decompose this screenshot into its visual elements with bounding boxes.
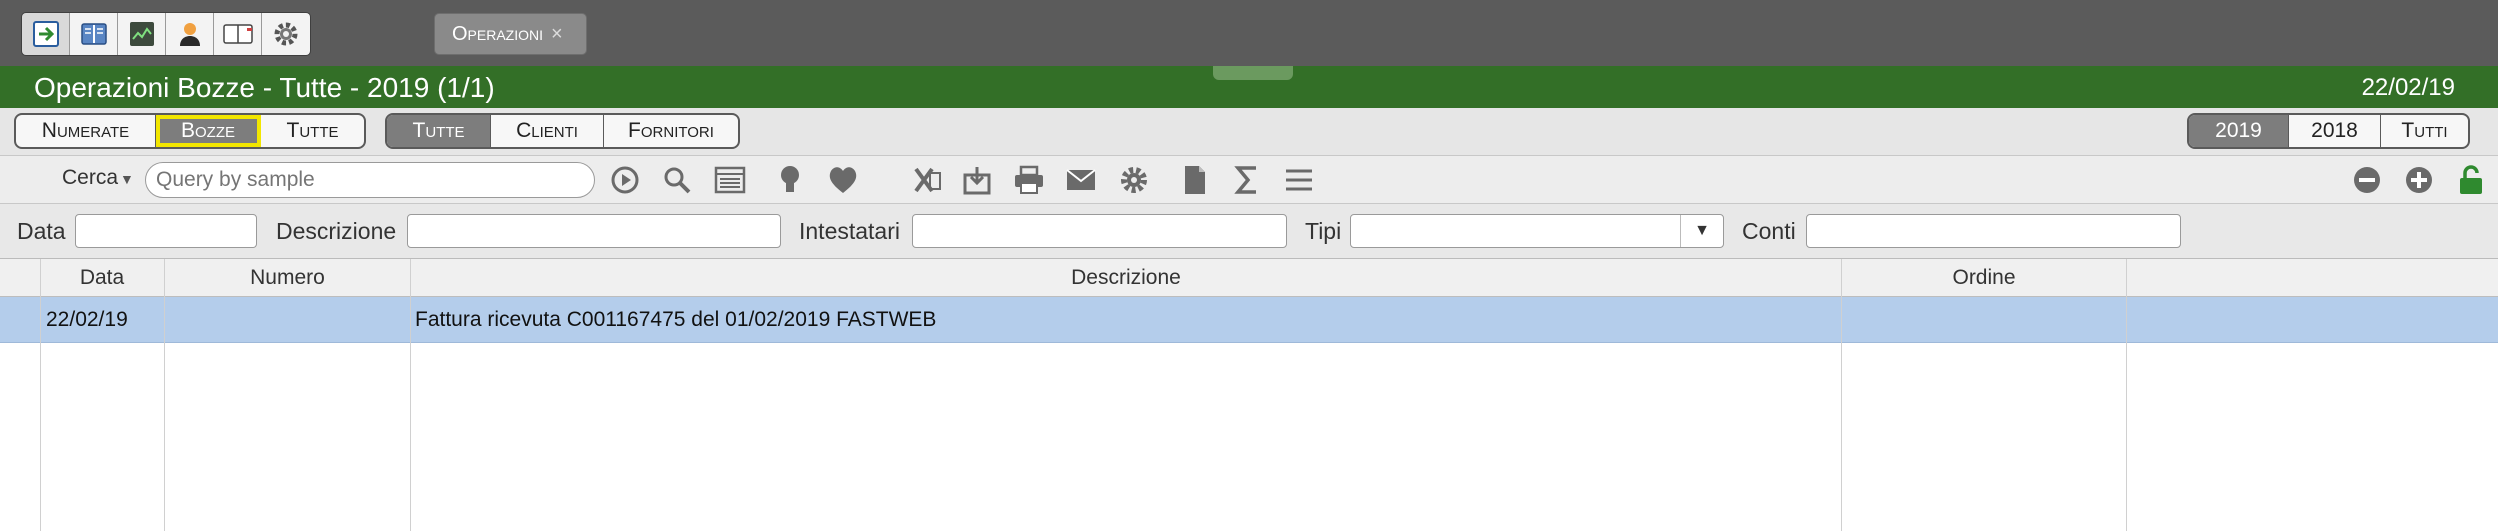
document-icon[interactable] [1178, 164, 1212, 196]
chevron-down-icon[interactable]: ▼ [1680, 215, 1723, 247]
column-divider [164, 259, 165, 531]
year-2019-button[interactable]: 2019 [2189, 115, 2289, 147]
conti-filter-label: Conti [1742, 218, 1796, 244]
cell-data: 22/02/19 [46, 308, 128, 331]
search-label: Cerca [62, 166, 119, 189]
descrizione-filter-label: Descrizione [276, 218, 397, 244]
tab-operazioni[interactable]: Operazioni × [434, 13, 587, 55]
table-header: Data Numero Descrizione Ordine [0, 259, 2498, 297]
drag-handle[interactable] [1213, 66, 1293, 80]
data-filter-label: Data [17, 218, 66, 244]
column-header-descrizione[interactable]: Descrizione [411, 259, 1841, 296]
operations-table: Data Numero Descrizione Ordine 22/02/19 … [0, 259, 2498, 531]
play-icon[interactable] [608, 164, 642, 196]
data-filter-input[interactable] [75, 214, 257, 248]
status-segment: Numerate Bozze Tutte [14, 113, 366, 149]
filter-segment-bar: Numerate Bozze Tutte Tutte Clienti Forni… [0, 108, 2498, 156]
remove-icon[interactable] [2350, 164, 2384, 196]
segment-tutte-button[interactable]: Tutte [261, 115, 364, 147]
column-divider [1841, 259, 1842, 531]
lightbulb-icon[interactable] [773, 164, 807, 196]
party-segment: Tutte Clienti Fornitori [385, 113, 740, 149]
column-header-numero[interactable]: Numero [165, 259, 410, 296]
column-header-data[interactable]: Data [40, 259, 164, 296]
import-icon[interactable] [22, 13, 70, 55]
table-row[interactable]: 22/02/19 Fattura ricevuta C001167475 del… [0, 297, 2498, 343]
cell-ordine [1848, 297, 2118, 343]
monitor-chart-icon[interactable] [118, 13, 166, 55]
column-divider [40, 259, 41, 531]
search-input[interactable] [145, 162, 595, 198]
close-icon[interactable]: × [551, 23, 563, 46]
book-icon[interactable] [70, 13, 118, 55]
year-tutti-button[interactable]: Tutti [2381, 115, 2468, 147]
tipi-filter-label: Tipi [1305, 218, 1342, 244]
intestatari-filter-input[interactable] [912, 214, 1287, 248]
settings-gear-icon[interactable] [1117, 164, 1151, 196]
segment-bozze-button[interactable]: Bozze [156, 115, 261, 147]
caret-down-icon: ▼ [120, 171, 134, 187]
download-icon[interactable] [960, 164, 994, 196]
gear-icon[interactable] [262, 13, 310, 55]
unlock-icon[interactable] [2454, 164, 2488, 196]
segment-clienti-button[interactable]: Clienti [491, 115, 604, 147]
column-divider [410, 259, 411, 531]
ledger-icon[interactable] [214, 13, 262, 55]
current-date: 22/02/19 [2361, 74, 2455, 101]
year-2018-button[interactable]: 2018 [2289, 115, 2381, 147]
title-bar: Operazioni Bozze - Tutte - 2019 (1/1) 22… [0, 66, 2498, 108]
menu-icon[interactable] [1282, 164, 1316, 196]
mail-icon[interactable] [1064, 164, 1098, 196]
search-mode-dropdown[interactable]: Cerca ▼ [62, 166, 134, 190]
segment-party-tutte-button[interactable]: Tutte [387, 115, 491, 147]
add-icon[interactable] [2402, 164, 2436, 196]
cell-numero [171, 297, 406, 343]
tipi-filter-select[interactable]: ▼ [1350, 214, 1724, 248]
segment-numerate-button[interactable]: Numerate [16, 115, 156, 147]
search-toolbar: Cerca ▼ [0, 156, 2498, 204]
export-excel-icon[interactable] [910, 164, 944, 196]
user-icon[interactable] [166, 13, 214, 55]
year-segment: 2019 2018 Tutti [2187, 113, 2470, 149]
column-header-ordine[interactable]: Ordine [1842, 259, 2126, 296]
cell-descrizione: Fattura ricevuta C001167475 del 01/02/20… [415, 308, 937, 331]
descrizione-filter-input[interactable] [407, 214, 781, 248]
sum-icon[interactable] [1230, 164, 1264, 196]
search-icon[interactable] [660, 164, 694, 196]
page-title: Operazioni Bozze - Tutte - 2019 (1/1) [34, 72, 495, 103]
app-icon-group [21, 12, 311, 56]
app-toolbar: Operazioni × [0, 0, 2498, 66]
segment-fornitori-button[interactable]: Fornitori [604, 115, 738, 147]
tab-label: Operazioni [452, 22, 544, 45]
filter-row: Data Descrizione Intestatari Tipi ▼ Cont… [0, 204, 2498, 259]
column-divider [2126, 259, 2127, 531]
conti-filter-input[interactable] [1806, 214, 2181, 248]
list-view-icon[interactable] [713, 164, 747, 196]
heart-icon[interactable] [826, 164, 860, 196]
print-icon[interactable] [1012, 164, 1046, 196]
intestatari-filter-label: Intestatari [799, 218, 900, 244]
